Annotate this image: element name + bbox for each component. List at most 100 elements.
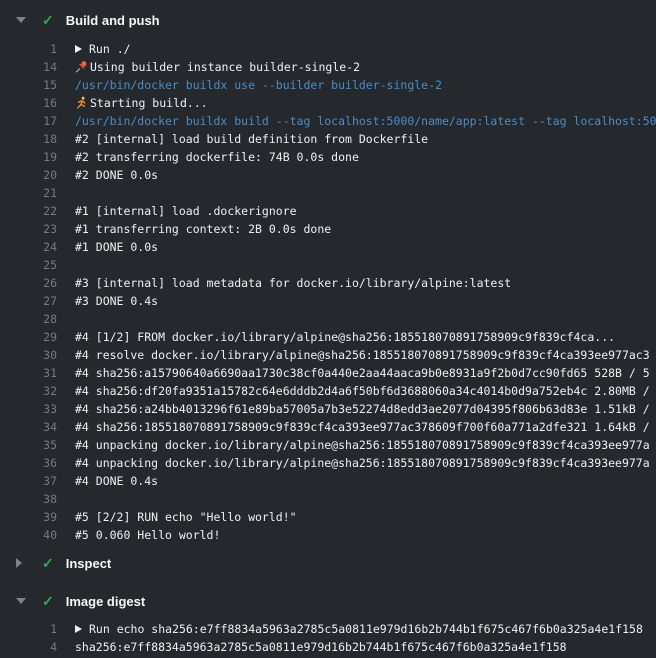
log-line-content: #4 resolve docker.io/library/alpine@sha2…: [75, 346, 650, 364]
line-number[interactable]: 25: [0, 256, 57, 274]
log-line: 29 #4 [1/2] FROM docker.io/library/alpine…: [0, 328, 656, 346]
log-line-text: #4 unpacking docker.io/library/alpine@sh…: [75, 456, 650, 470]
play-expand-icon[interactable]: [75, 625, 82, 633]
log-line: 14 Using builder instance builder-single-…: [0, 58, 656, 76]
log-block: 1 Run echo sha256:e7ff8834a5963a2785c5a08…: [0, 612, 656, 656]
line-number[interactable]: 20: [0, 166, 57, 184]
line-number[interactable]: 27: [0, 292, 57, 310]
log-line: 37 #4 DONE 0.4s: [0, 472, 656, 490]
actions-log-viewer: ✓Build and push1Run ./14Using builder in…: [0, 0, 656, 656]
log-line: 19 #2 transferring dockerfile: 74B 0.0s d…: [0, 148, 656, 166]
log-line-content: #1 [internal] load .dockerignore: [75, 202, 297, 220]
log-line: 1 Run ./: [0, 40, 656, 58]
log-line-content: Starting build...: [75, 94, 208, 112]
line-number[interactable]: 32: [0, 382, 57, 400]
line-number[interactable]: 35: [0, 436, 57, 454]
pin-icon: [75, 60, 88, 73]
line-number[interactable]: 30: [0, 346, 57, 364]
log-line: 33 #4 sha256:a24bb4013296f61e89ba57005a7b…: [0, 400, 656, 418]
log-line: 16 Starting build...: [0, 94, 656, 112]
log-line: 15/usr/bin/docker buildx use --builder b…: [0, 76, 656, 94]
log-line-content: #4 sha256:185518070891758909c9f839cf4ca3…: [75, 418, 650, 436]
log-line-text: #5 0.060 Hello world!: [75, 528, 220, 542]
chevron-down-icon[interactable]: [16, 17, 26, 23]
line-number[interactable]: 17: [0, 112, 57, 130]
section-header-inspect[interactable]: ✓Inspect: [0, 552, 656, 574]
line-number[interactable]: 36: [0, 454, 57, 472]
log-line: 25: [0, 256, 656, 274]
line-number[interactable]: 19: [0, 148, 57, 166]
line-number[interactable]: 1: [0, 40, 57, 58]
line-number[interactable]: 1: [0, 620, 57, 638]
line-number[interactable]: 40: [0, 526, 57, 544]
play-expand-icon[interactable]: [75, 45, 82, 53]
log-line: 20 #2 DONE 0.0s: [0, 166, 656, 184]
log-line-text: #1 DONE 0.0s: [75, 240, 158, 254]
line-number[interactable]: 23: [0, 220, 57, 238]
line-number[interactable]: 15: [0, 76, 57, 94]
line-number[interactable]: 21: [0, 184, 57, 202]
log-block: 1 Run ./ 14 Using builder instance builder-…: [0, 31, 656, 548]
log-line: 21: [0, 184, 656, 202]
log-line-content: #4 [1/2] FROM docker.io/library/alpine@s…: [75, 328, 615, 346]
log-line-text: #4 sha256:a15790640a6690aa1730c38cf0a440…: [75, 366, 650, 380]
log-line: 26#3 [internal] load metadata for docker…: [0, 274, 656, 292]
line-number[interactable]: 29: [0, 328, 57, 346]
log-line-content: #2 transferring dockerfile: 74B 0.0s don…: [75, 148, 359, 166]
log-line: 4 sha256:e7ff8834a5963a2785c5a0811e979d16…: [0, 638, 656, 656]
line-number[interactable]: 16: [0, 94, 57, 112]
log-line: 38: [0, 490, 656, 508]
line-number[interactable]: 4: [0, 638, 57, 656]
log-line-content: #1 DONE 0.0s: [75, 238, 158, 256]
log-line-content: /usr/bin/docker buildx build --tag local…: [75, 112, 656, 130]
section-header-image-digest[interactable]: ✓Image digest: [0, 590, 656, 612]
log-line: 24 #1 DONE 0.0s: [0, 238, 656, 256]
runner-icon: [75, 96, 88, 109]
log-line-content: #4 sha256:a15790640a6690aa1730c38cf0a440…: [75, 364, 650, 382]
chevron-right-icon[interactable]: [16, 558, 22, 568]
line-number[interactable]: 14: [0, 58, 57, 76]
log-line-content[interactable]: Run echo sha256:e7ff8834a5963a2785c5a081…: [75, 620, 643, 638]
log-line-text: Starting build...: [90, 96, 208, 110]
log-line-text: #4 [1/2] FROM docker.io/library/alpine@s…: [75, 330, 615, 344]
log-line-content: #5 [2/2] RUN echo "Hello world!": [75, 508, 297, 526]
log-line: 40 #5 0.060 Hello world!: [0, 526, 656, 544]
log-line-text: #4 sha256:a24bb4013296f61e89ba57005a7b3e…: [75, 402, 650, 416]
line-number[interactable]: 22: [0, 202, 57, 220]
line-number[interactable]: 38: [0, 490, 57, 508]
log-line-content: #4 sha256:a24bb4013296f61e89ba57005a7b3e…: [75, 400, 650, 418]
line-number[interactable]: 24: [0, 238, 57, 256]
line-number[interactable]: 28: [0, 310, 57, 328]
chevron-down-icon[interactable]: [16, 598, 26, 604]
line-number[interactable]: 31: [0, 364, 57, 382]
line-number[interactable]: 39: [0, 508, 57, 526]
line-number[interactable]: 26: [0, 274, 57, 292]
log-line-text: #4 sha256:df20fa9351a15782c64e6dddb2d4a6…: [75, 384, 650, 398]
section-header-build-and-push[interactable]: ✓ Build and push: [0, 9, 656, 31]
log-line-content: #4 sha256:df20fa9351a15782c64e6dddb2d4a6…: [75, 382, 650, 400]
log-line-content: #1 transferring context: 2B 0.0s done: [75, 220, 331, 238]
log-line-text: #2 DONE 0.0s: [75, 168, 158, 182]
log-line-content[interactable]: Run ./: [75, 40, 131, 58]
log-line-text: sha256:e7ff8834a5963a2785c5a0811e979d16b…: [75, 640, 567, 654]
log-line-text: #3 DONE 0.4s: [75, 294, 158, 308]
success-check-icon: ✓: [42, 13, 54, 27]
log-line-text: Using builder instance builder-single-2: [90, 60, 360, 74]
log-line-text: #4 sha256:185518070891758909c9f839cf4ca3…: [75, 420, 650, 434]
log-line-text: Run ./: [89, 42, 131, 56]
log-line: 22 #1 [internal] load .dockerignore: [0, 202, 656, 220]
log-line-text: #4 DONE 0.4s: [75, 474, 158, 488]
section-title: Inspect: [66, 556, 112, 571]
log-line: 35 #4 unpacking docker.io/library/alpine@…: [0, 436, 656, 454]
log-line: 36 #4 unpacking docker.io/library/alpine@…: [0, 454, 656, 472]
line-number[interactable]: 18: [0, 130, 57, 148]
log-line: 28: [0, 310, 656, 328]
log-line-content: #4 unpacking docker.io/library/alpine@sh…: [75, 436, 650, 454]
line-number[interactable]: 33: [0, 400, 57, 418]
log-line-text: /usr/bin/docker buildx build --tag local…: [75, 114, 656, 128]
section-title: Build and push: [66, 13, 160, 28]
line-number[interactable]: 34: [0, 418, 57, 436]
log-line-content: Using builder instance builder-single-2: [75, 58, 360, 76]
line-number[interactable]: 37: [0, 472, 57, 490]
log-line-text: #5 [2/2] RUN echo "Hello world!": [75, 510, 297, 524]
